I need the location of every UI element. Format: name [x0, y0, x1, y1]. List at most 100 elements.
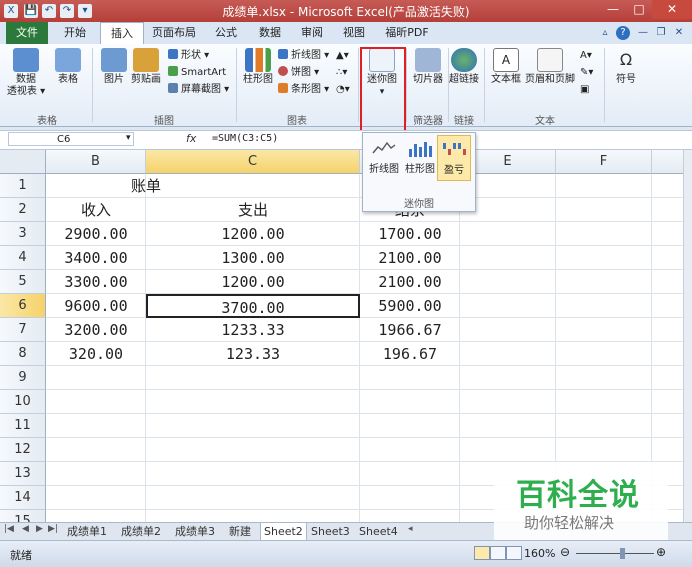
slicer-button[interactable]: 切片器 — [408, 48, 448, 86]
vertical-scrollbar[interactable] — [683, 150, 692, 522]
cell-b3[interactable]: 2900.00 — [46, 222, 146, 246]
normal-view-icon[interactable] — [474, 546, 490, 560]
cell-c7[interactable]: 1233.33 — [146, 318, 360, 342]
wordart-icon[interactable]: A▾ — [580, 49, 592, 63]
sheet-tab[interactable]: 成绩单2 — [118, 523, 164, 540]
last-sheet-icon[interactable]: ▶| — [48, 524, 58, 534]
column-header-b[interactable]: B — [46, 150, 146, 174]
row-header-2[interactable]: 2 — [0, 198, 46, 222]
cell-b4[interactable]: 3400.00 — [46, 246, 146, 270]
sheet-tab[interactable]: Sheet4 — [356, 523, 401, 540]
cell-d7[interactable]: 1966.67 — [360, 318, 460, 342]
wb-minimize-icon[interactable]: — — [636, 26, 650, 40]
row-header-13[interactable]: 13 — [0, 462, 46, 486]
row-header-11[interactable]: 11 — [0, 414, 46, 438]
symbol-button[interactable]: Ω 符号 — [606, 48, 646, 86]
zoom-level[interactable]: 160% — [524, 547, 555, 560]
sheet-tab[interactable]: 成绩单1 — [64, 523, 110, 540]
row-header-7[interactable]: 7 — [0, 318, 46, 342]
cell-header-expense[interactable]: 支出 — [146, 198, 360, 222]
cell-header-income[interactable]: 收入 — [46, 198, 146, 222]
tab-view[interactable]: 视图 — [336, 22, 372, 44]
table-button[interactable]: 表格 — [48, 48, 88, 86]
row-header-5[interactable]: 5 — [0, 270, 46, 294]
name-box[interactable]: C6 — [8, 132, 134, 146]
row-header-3[interactable]: 3 — [0, 222, 46, 246]
screenshot-button[interactable]: 屏幕截图 ▾ — [168, 83, 229, 97]
tab-home[interactable]: 开始 — [54, 22, 96, 44]
row-header-12[interactable]: 12 — [0, 438, 46, 462]
tab-file[interactable]: 文件 — [6, 22, 48, 44]
cell-d5[interactable]: 2100.00 — [360, 270, 460, 294]
object-icon[interactable]: ▣ — [580, 83, 589, 97]
cell-c6-active[interactable]: 3700.00 — [146, 294, 360, 318]
formula-input[interactable]: =SUM(C3:C5) — [212, 133, 278, 144]
row-header-10[interactable]: 10 — [0, 390, 46, 414]
sparkline-line-button[interactable]: 折线图 — [367, 135, 401, 181]
column-header-c[interactable]: C — [146, 150, 360, 174]
line-chart-button[interactable]: 折线图 ▾ — [278, 49, 329, 63]
tab-page-layout[interactable]: 页面布局 — [148, 22, 200, 44]
signature-line-icon[interactable]: ✎▾ — [580, 66, 593, 80]
page-layout-view-icon[interactable] — [490, 546, 506, 560]
column-header-g[interactable] — [652, 150, 683, 174]
cell-b7[interactable]: 3200.00 — [46, 318, 146, 342]
row-header-15[interactable]: 15 — [0, 510, 46, 522]
scatter-chart-icon[interactable]: ∴▾ — [336, 66, 347, 80]
tab-formulas[interactable]: 公式 — [206, 22, 246, 44]
sheet-tab-active[interactable]: Sheet2 — [260, 523, 307, 541]
collapse-ribbon-icon[interactable]: ▵ — [598, 26, 612, 40]
insert-function-icon[interactable]: fx — [186, 132, 196, 145]
next-sheet-icon[interactable]: ▶ — [36, 524, 43, 534]
column-chart-button[interactable]: 柱形图 — [238, 48, 278, 86]
shapes-button[interactable]: 形状 ▾ — [168, 49, 209, 63]
cell-title[interactable]: 账单 — [46, 174, 246, 198]
cell-d6[interactable]: 5900.00 — [360, 294, 460, 318]
area-chart-icon[interactable]: ▲▾ — [336, 49, 349, 63]
cell-d4[interactable]: 2100.00 — [360, 246, 460, 270]
row-header-1[interactable]: 1 — [0, 174, 46, 198]
zoom-in-icon[interactable]: ⊕ — [656, 545, 666, 559]
cell-c4[interactable]: 1300.00 — [146, 246, 360, 270]
zoom-slider-thumb[interactable] — [620, 548, 625, 559]
sheet-tab[interactable]: 成绩单3 — [172, 523, 218, 540]
textbox-button[interactable]: A 文本框 — [486, 48, 526, 86]
minimize-button[interactable]: — — [600, 0, 626, 19]
row-header-4[interactable]: 4 — [0, 246, 46, 270]
cell-c3[interactable]: 1200.00 — [146, 222, 360, 246]
column-header-f[interactable]: F — [556, 150, 652, 174]
wb-close-icon[interactable]: ✕ — [672, 26, 686, 40]
row-header-8[interactable]: 8 — [0, 342, 46, 366]
cell-c8[interactable]: 123.33 — [146, 342, 360, 366]
zoom-slider[interactable] — [576, 553, 654, 554]
clipart-button[interactable]: 剪贴画 — [126, 48, 166, 86]
wb-restore-icon[interactable]: ❐ — [654, 26, 668, 40]
cell-d8[interactable]: 196.67 — [360, 342, 460, 366]
namebox-dropdown-icon[interactable]: ▾ — [126, 133, 131, 143]
cell-c5[interactable]: 1200.00 — [146, 270, 360, 294]
header-footer-button[interactable]: 页眉和页脚 — [524, 48, 576, 86]
row-header-14[interactable]: 14 — [0, 486, 46, 510]
tab-review[interactable]: 审阅 — [294, 22, 330, 44]
close-button[interactable]: ✕ — [652, 0, 692, 19]
tab-insert[interactable]: 插入 — [100, 22, 144, 45]
prev-sheet-icon[interactable]: ◀ — [22, 524, 29, 534]
maximize-button[interactable]: □ — [626, 0, 652, 19]
cell-d3[interactable]: 1700.00 — [360, 222, 460, 246]
other-charts-icon[interactable]: ◔▾ — [336, 83, 350, 97]
select-all-corner[interactable] — [0, 150, 46, 174]
insert-sheet-icon[interactable]: ◂ — [408, 524, 413, 534]
sparkline-winloss-button[interactable]: 盈亏 — [437, 135, 471, 181]
cell-b8[interactable]: 320.00 — [46, 342, 146, 366]
hyperlink-button[interactable]: 超链接 — [444, 48, 484, 86]
sheet-tab[interactable]: Sheet3 — [308, 523, 353, 540]
bar-chart-button[interactable]: 条形图 ▾ — [278, 83, 329, 97]
cell-b6[interactable]: 9600.00 — [46, 294, 146, 318]
pie-chart-button[interactable]: 饼图 ▾ — [278, 66, 319, 80]
row-header-6[interactable]: 6 — [0, 294, 46, 318]
sparkline-column-button[interactable]: 柱形图 — [403, 135, 437, 181]
cell-b5[interactable]: 3300.00 — [46, 270, 146, 294]
first-sheet-icon[interactable]: |◀ — [4, 524, 14, 534]
page-break-view-icon[interactable] — [506, 546, 522, 560]
sheet-tab[interactable]: 新建 — [226, 523, 254, 540]
